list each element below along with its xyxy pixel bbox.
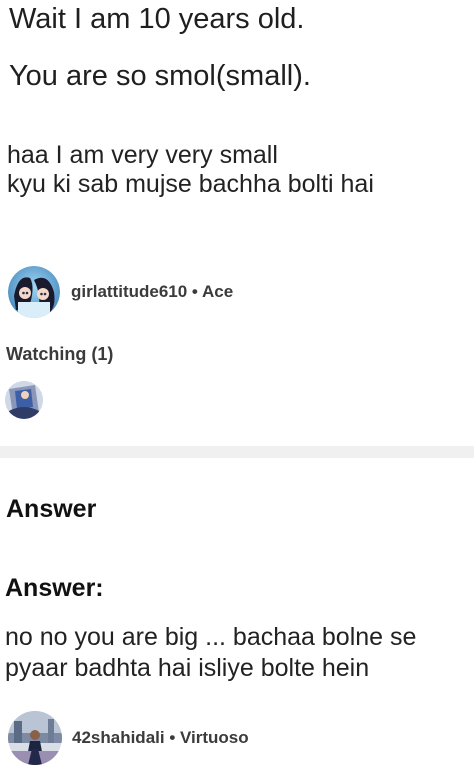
answer-section-heading: Answer bbox=[6, 495, 97, 523]
question-line-1: Wait I am 10 years old. bbox=[9, 3, 305, 35]
section-divider bbox=[0, 446, 474, 458]
asker-name-rank[interactable]: girlattitude610 • Ace bbox=[71, 282, 233, 302]
watching-label: Watching (1) bbox=[6, 344, 114, 364]
answer-text: no no you are big ... bachaa bolne se py… bbox=[5, 623, 417, 682]
anime-avatar-icon[interactable] bbox=[8, 266, 60, 318]
brainly-question-page: Wait I am 10 years old. You are so smol(… bbox=[0, 0, 474, 767]
question-detail: haa I am very very small kyu ki sab mujs… bbox=[7, 141, 374, 198]
answerer-info[interactable]: 42shahidali • Virtuoso bbox=[8, 711, 249, 765]
asker-info[interactable]: girlattitude610 • Ace bbox=[8, 266, 233, 318]
answerer-name-rank[interactable]: 42shahidali • Virtuoso bbox=[72, 728, 249, 748]
question-line-2: You are so smol(small). bbox=[9, 60, 311, 92]
photo-avatar-icon[interactable] bbox=[8, 711, 62, 765]
answer-subheading: Answer: bbox=[5, 574, 104, 602]
watcher-avatar-icon[interactable] bbox=[5, 381, 43, 419]
